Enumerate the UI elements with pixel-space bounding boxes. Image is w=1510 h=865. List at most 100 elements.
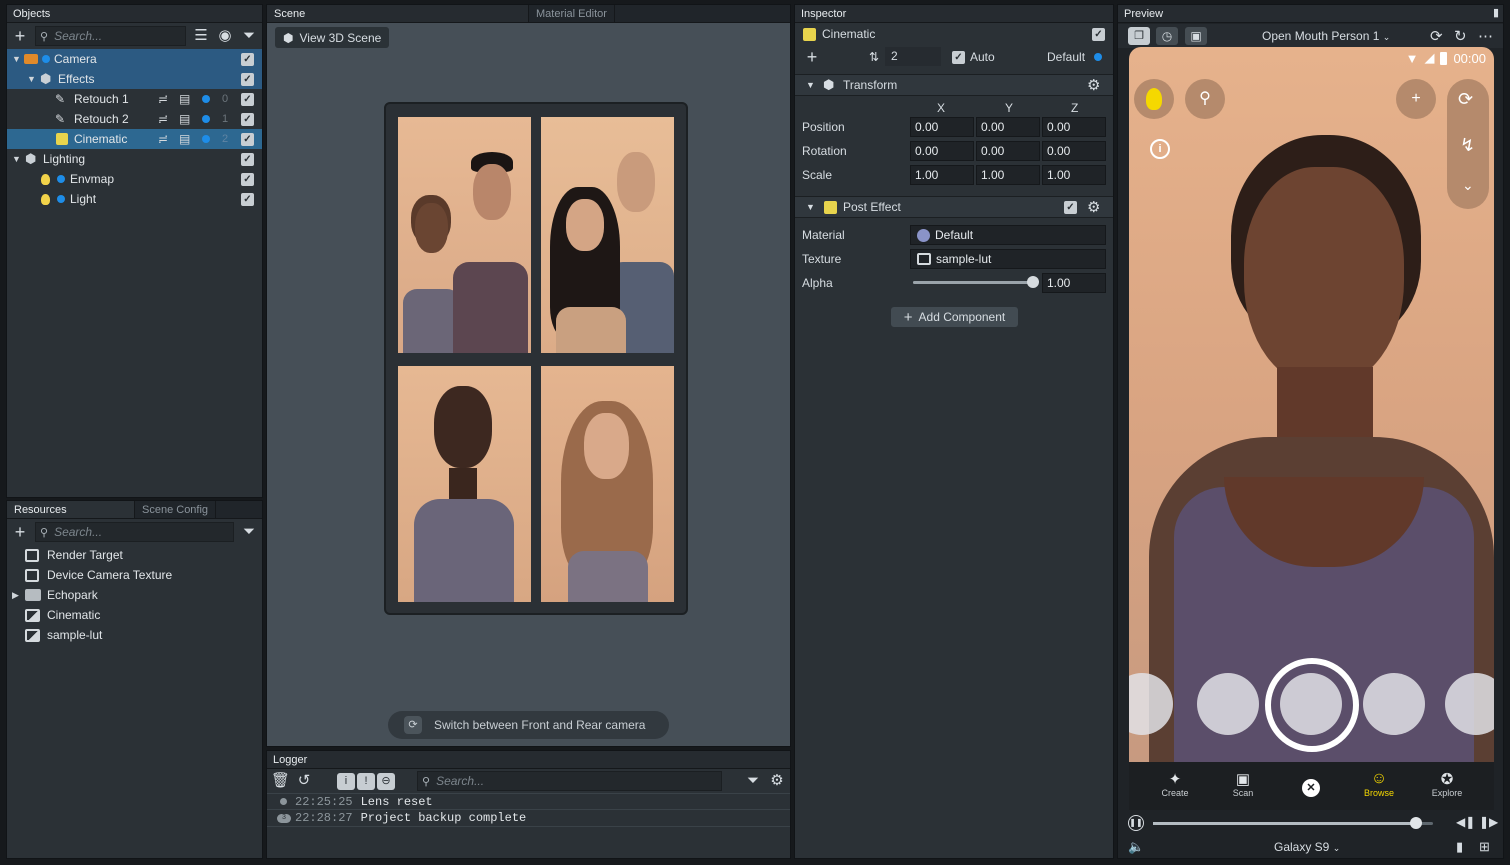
gear-icon[interactable]: ⚙ xyxy=(768,772,786,790)
transform-tool-icon[interactable]: ≓ xyxy=(158,92,168,106)
record-icon[interactable]: ▮ xyxy=(1456,839,1463,855)
tab-scene[interactable]: Scene xyxy=(267,5,529,22)
alpha-slider[interactable] xyxy=(913,276,1039,288)
scrub-slider[interactable] xyxy=(1153,817,1433,829)
clear-history-icon[interactable]: ↺ xyxy=(295,772,313,790)
default-layer-dot[interactable] xyxy=(1094,53,1102,61)
flip-camera-icon[interactable]: ⟳ xyxy=(1458,89,1473,110)
step-back-icon[interactable]: ◀❚ xyxy=(1456,815,1475,829)
step-forward-icon[interactable]: ❚▶ xyxy=(1479,815,1498,829)
flash-off-icon[interactable]: ↯ xyxy=(1460,135,1475,156)
refresh-toggle-icon[interactable]: ◷ xyxy=(1156,27,1178,45)
tree-row-retouch-1[interactable]: ✎ Retouch 1 ≓ ▤ 0 ✓ xyxy=(7,89,262,109)
reset-icon[interactable]: ↻ xyxy=(1454,27,1467,45)
position-z-field[interactable]: 0.00 xyxy=(1042,117,1106,137)
view-3d-scene-button[interactable]: ⬢ View 3D Scene xyxy=(275,27,390,48)
switch-camera-button[interactable]: ⟳ Switch between Front and Rear camera xyxy=(388,711,669,739)
lens-item[interactable] xyxy=(1197,673,1259,735)
scrub-handle[interactable] xyxy=(1410,817,1423,829)
hatch-icon[interactable]: ▤ xyxy=(179,132,190,146)
pin-icon[interactable]: ▮ xyxy=(1493,6,1499,19)
error-filter-icon[interactable]: ⊖ xyxy=(377,772,395,790)
rotation-y-field[interactable]: 0.00 xyxy=(976,141,1040,161)
tab-resources[interactable]: Resources xyxy=(7,501,135,518)
post-effect-enabled-checkbox[interactable]: ✓ xyxy=(1064,200,1077,214)
enabled-checkbox[interactable]: ✓ xyxy=(241,152,254,166)
search-button[interactable]: ⚲ xyxy=(1185,79,1225,119)
device-frame-toggle-icon[interactable]: ❐ xyxy=(1128,27,1150,45)
profile-button[interactable] xyxy=(1134,79,1174,119)
nav-scan[interactable]: ▣ Scan xyxy=(1225,770,1261,798)
crop-icon[interactable]: ⊞ xyxy=(1479,839,1490,855)
tab-material-editor[interactable]: Material Editor xyxy=(529,5,615,22)
tree-row-camera[interactable]: ▼ Camera ✓ xyxy=(7,49,262,69)
transform-section-header[interactable]: ▼ ⬢ Transform ⚙ xyxy=(795,74,1113,96)
logger-search-input[interactable]: ⚲ Search... xyxy=(417,771,722,791)
object-name[interactable]: Cinematic xyxy=(822,27,875,41)
filter-icon[interactable]: ⏷ xyxy=(240,523,258,541)
position-x-field[interactable]: 0.00 xyxy=(910,117,974,137)
add-component-button[interactable]: + Add Component xyxy=(891,307,1018,327)
pause-icon[interactable]: ❚❚ xyxy=(1128,815,1144,831)
eye-icon[interactable]: ◉ xyxy=(216,27,234,45)
gear-icon[interactable]: ⚙ xyxy=(1087,198,1100,216)
sync-icon[interactable]: ⟳ xyxy=(1430,27,1443,45)
rotation-z-field[interactable]: 0.00 xyxy=(1042,141,1106,161)
chevron-down-icon[interactable]: ▼ xyxy=(806,80,815,90)
resource-device-camera-texture[interactable]: Device Camera Texture xyxy=(7,565,262,585)
transform-tool-icon[interactable]: ≓ xyxy=(158,132,168,146)
alpha-slider-handle[interactable] xyxy=(1027,276,1039,288)
trash-icon[interactable]: 🗑 xyxy=(271,772,290,790)
gear-icon[interactable]: ⚙ xyxy=(1087,76,1100,94)
tree-row-lighting[interactable]: ▼ ⬢ Lighting ✓ xyxy=(7,149,262,169)
chevron-down-icon[interactable]: ▼ xyxy=(12,54,21,64)
hatch-icon[interactable]: ▤ xyxy=(179,92,190,106)
lens-item-selected[interactable] xyxy=(1280,673,1342,735)
person-select[interactable]: Open Mouth Person 1 ⌄ xyxy=(1262,29,1390,43)
lens-item[interactable] xyxy=(1129,673,1173,735)
hatch-icon[interactable]: ▤ xyxy=(179,112,190,126)
resource-render-target[interactable]: Render Target xyxy=(7,545,262,565)
rotation-x-field[interactable]: 0.00 xyxy=(910,141,974,161)
layer-field[interactable]: 2 xyxy=(885,47,941,66)
lens-item[interactable] xyxy=(1363,673,1425,735)
warning-filter-icon[interactable]: ! xyxy=(357,772,375,790)
resource-sample-lut[interactable]: sample-lut xyxy=(7,625,262,645)
lens-item[interactable] xyxy=(1445,673,1494,735)
info-filter-icon[interactable]: i xyxy=(337,772,355,790)
info-icon[interactable]: i xyxy=(1150,139,1170,159)
auto-checkbox[interactable]: ✓ xyxy=(952,50,965,64)
post-effect-section-header[interactable]: ▼ Post Effect ✓ ⚙ xyxy=(795,196,1113,218)
device-select[interactable]: Galaxy S9 ⌄ xyxy=(1274,840,1340,854)
chevron-down-icon[interactable]: ⌄ xyxy=(1462,177,1474,194)
enabled-checkbox[interactable]: ✓ xyxy=(241,112,254,126)
enabled-checkbox[interactable]: ✓ xyxy=(241,92,254,106)
chevron-down-icon[interactable]: ▼ xyxy=(27,74,36,84)
add-resource-button[interactable]: + xyxy=(11,523,29,541)
object-enabled-checkbox[interactable]: ✓ xyxy=(1092,27,1105,41)
more-icon[interactable]: ⋯ xyxy=(1478,27,1493,45)
scale-y-field[interactable]: 1.00 xyxy=(976,165,1040,185)
enabled-checkbox[interactable]: ✓ xyxy=(241,172,254,186)
enabled-checkbox[interactable]: ✓ xyxy=(241,132,254,146)
enabled-checkbox[interactable]: ✓ xyxy=(241,192,254,206)
add-friend-button[interactable]: + xyxy=(1396,79,1436,119)
enabled-checkbox[interactable]: ✓ xyxy=(241,72,254,86)
tab-scene-config[interactable]: Scene Config xyxy=(135,501,217,518)
position-y-field[interactable]: 0.00 xyxy=(976,117,1040,137)
scale-z-field[interactable]: 1.00 xyxy=(1042,165,1106,185)
transform-tool-icon[interactable]: ≓ xyxy=(158,112,168,126)
mute-icon[interactable]: 🔈 xyxy=(1128,839,1144,855)
material-field[interactable]: Default xyxy=(910,225,1106,245)
nav-browse[interactable]: ☺ Browse xyxy=(1361,770,1397,798)
list-icon[interactable]: ☰ xyxy=(192,27,210,45)
resources-search-input[interactable]: ⚲ Search... xyxy=(35,522,234,542)
tree-row-light[interactable]: Light ✓ xyxy=(7,189,262,209)
tree-row-effects[interactable]: ▼ ⬢ Effects ✓ xyxy=(7,69,262,89)
filter-icon[interactable]: ⏷ xyxy=(744,772,762,790)
nav-create[interactable]: ✦ Create xyxy=(1157,770,1193,798)
scale-x-field[interactable]: 1.00 xyxy=(910,165,974,185)
filter-icon[interactable]: ⏷ xyxy=(240,27,258,45)
alpha-field[interactable]: 1.00 xyxy=(1042,273,1106,293)
texture-field[interactable]: sample-lut xyxy=(910,249,1106,269)
